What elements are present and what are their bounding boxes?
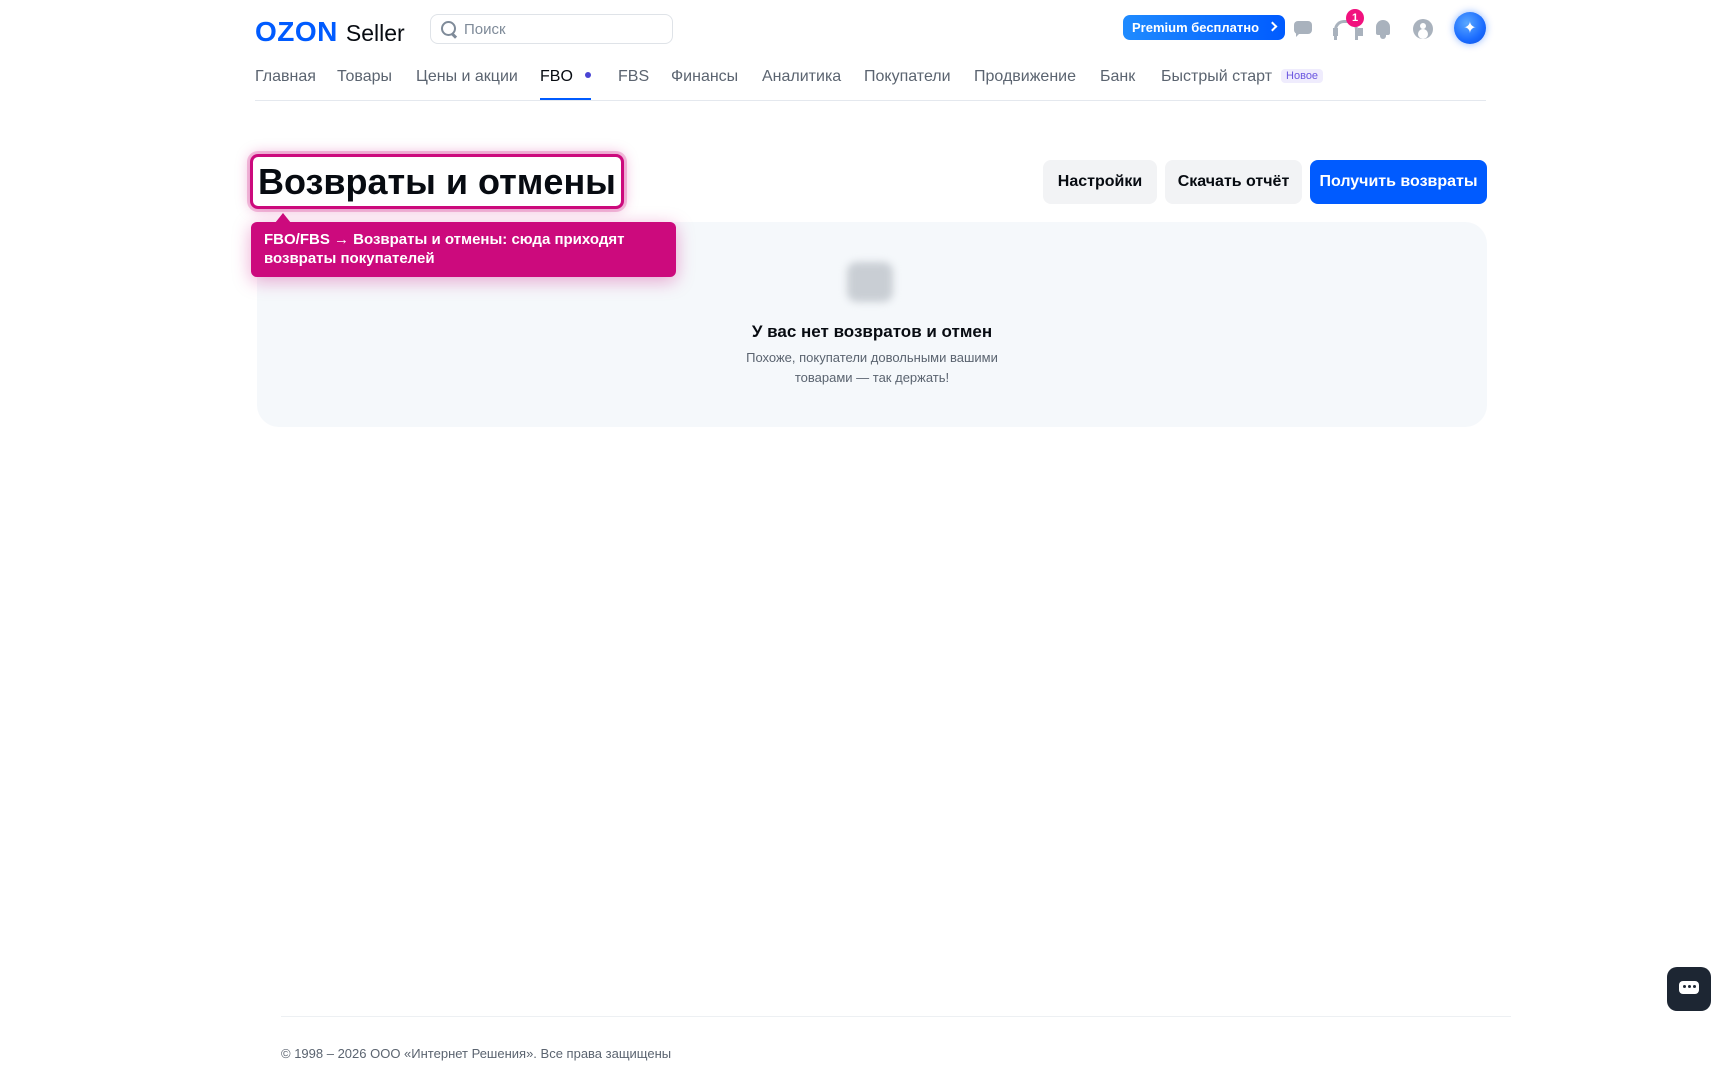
- nav-dot-indicator: [584, 71, 591, 78]
- nav-item-products[interactable]: Товары: [337, 68, 392, 100]
- search-box[interactable]: [430, 14, 673, 44]
- empty-box-icon: [847, 262, 893, 302]
- premium-label: Premium бесплатно: [1132, 20, 1260, 35]
- logo-brand: OZON: [255, 16, 338, 47]
- nav-item-promotion[interactable]: Продвижение: [974, 68, 1076, 100]
- nav-item-label: Аналитика: [762, 68, 842, 85]
- download-report-button[interactable]: Скачать отчёт: [1165, 160, 1302, 204]
- nav-item-customers[interactable]: Покупатели: [864, 68, 951, 100]
- nav-item-fbs[interactable]: FBS: [618, 68, 649, 100]
- support-badge: 1: [1346, 9, 1364, 27]
- ai-assistant-icon[interactable]: ✦: [1454, 12, 1486, 44]
- onboarding-tooltip: FBO/FBS → Возвраты и отмены: сюда приход…: [251, 213, 676, 277]
- nav-item-label: Банк: [1100, 68, 1136, 85]
- premium-button[interactable]: Premium бесплатно: [1123, 15, 1286, 40]
- nav-item-label: Быстрый старт: [1161, 68, 1273, 85]
- nav-item-label: Цены и акции: [416, 68, 518, 85]
- empty-state-text: Похоже, покупатели довольными вашими тов…: [746, 350, 998, 385]
- page-title-highlight: Возвраты и отмены: [250, 154, 624, 209]
- search-icon: [440, 20, 458, 38]
- ozon-seller-logo[interactable]: OZON Seller: [255, 16, 405, 48]
- nav-item-label: Товары: [337, 68, 393, 85]
- nav-item-analytics[interactable]: Аналитика: [762, 68, 841, 100]
- chat-bubble-icon: [1679, 981, 1699, 997]
- nav-item-label: Финансы: [671, 68, 739, 85]
- main-nav: Главная Товары Цены и акции FBO FBS Фина…: [255, 60, 1486, 101]
- footer-copyright: © 1998 – 2026 ООО «Интернет Решения». Вс…: [281, 1046, 672, 1061]
- page-title: Возвраты и отмены: [258, 160, 616, 202]
- header: OZON Seller Premium бесплатно 1 ✦: [255, 9, 1486, 54]
- search-input[interactable]: [464, 20, 664, 38]
- chat-fab-button[interactable]: [1667, 967, 1711, 1011]
- profile-icon[interactable]: [1412, 18, 1434, 40]
- tooltip-text: FBO/FBS → Возвраты и отмены: сюда приход…: [264, 231, 625, 267]
- nav-item-label: FBO: [540, 68, 573, 85]
- nav-item-label: Главная: [255, 68, 316, 85]
- nav-item-label: Продвижение: [974, 68, 1076, 85]
- nav-item-label: Покупатели: [864, 68, 951, 85]
- footer-divider: [281, 1016, 1511, 1017]
- chat-icon[interactable]: [1292, 18, 1314, 40]
- nav-item-quick-start[interactable]: Быстрый старт Новое: [1161, 68, 1324, 100]
- nav-item-label: FBS: [618, 68, 650, 85]
- chevron-right-icon: [1267, 21, 1278, 32]
- settings-button[interactable]: Настройки: [1043, 160, 1157, 204]
- bell-icon[interactable]: [1372, 18, 1394, 40]
- new-badge: Новое: [1281, 68, 1324, 83]
- nav-item-finance[interactable]: Финансы: [671, 68, 738, 100]
- logo-product: Seller: [345, 20, 405, 46]
- nav-item-bank[interactable]: Банк: [1100, 68, 1135, 100]
- nav-item-home[interactable]: Главная: [255, 68, 316, 100]
- empty-state-title: У вас нет возвратов и отмен: [751, 322, 993, 341]
- nav-item-prices[interactable]: Цены и акции: [416, 68, 518, 100]
- page-root: OZON Seller Premium бесплатно 1 ✦ Главна…: [0, 0, 1724, 1080]
- get-returns-button[interactable]: Получить возвраты: [1310, 160, 1487, 204]
- nav-item-fbo[interactable]: FBO: [540, 68, 591, 100]
